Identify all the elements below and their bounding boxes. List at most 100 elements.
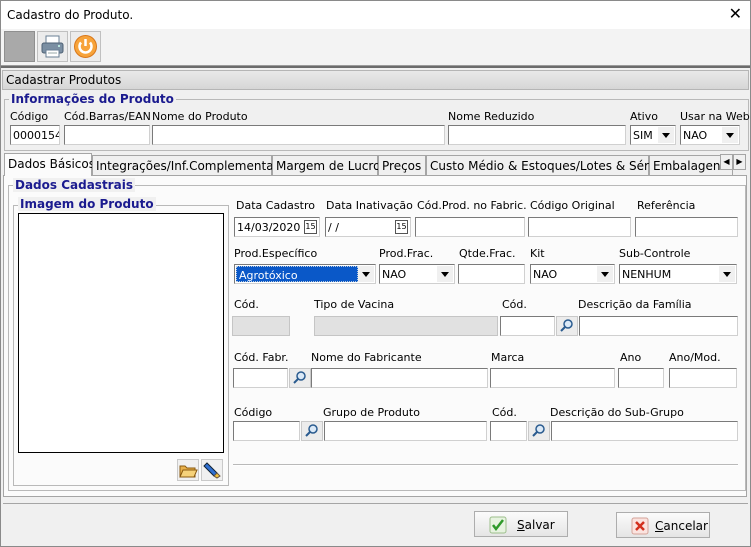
cancel-button[interactable]: Cancelar — [616, 512, 710, 538]
data-cadastro-label: Data Cadastro — [236, 199, 315, 212]
prod-especifico-value: Agrotóxico — [236, 266, 358, 282]
chevron-down-icon[interactable] — [358, 266, 374, 282]
calendar-icon[interactable]: 15 — [395, 220, 408, 234]
descricao-subgrupo-label: Descrição do Sub-Grupo — [550, 406, 684, 419]
data-inativacao-label: Data Inativação — [326, 199, 413, 212]
exit-button[interactable] — [70, 31, 101, 62]
ano-field[interactable] — [618, 368, 664, 388]
search-icon — [532, 424, 545, 437]
chevron-left-icon[interactable]: ◀ — [720, 154, 733, 170]
tab-integracoes[interactable]: Integrações/Inf.Complementar — [92, 155, 278, 175]
save-button-label: Salvar — [517, 518, 555, 532]
cod-familia-label: Cód. — [502, 298, 527, 311]
usar-web-label: Usar na Web — [680, 110, 750, 123]
codigo-original-field[interactable] — [528, 217, 631, 237]
cancel-button-label: Cancelar — [655, 519, 708, 533]
tab-precos[interactable]: Preços — [378, 155, 426, 175]
chevron-down-icon[interactable] — [658, 127, 674, 143]
search-familia-button[interactable] — [556, 316, 578, 336]
cod-fabr-field[interactable] — [233, 368, 288, 388]
prod-frac-select[interactable]: NAO — [379, 264, 455, 284]
prod-frac-label: Prod.Frac. — [379, 247, 434, 260]
codigo-original-label: Código Original — [530, 199, 615, 212]
search-subgrupo-button[interactable] — [528, 421, 550, 441]
tab-custo-medio[interactable]: Custo Médio & Estoques/Lotes & Série — [426, 155, 660, 175]
data-inativacao-field[interactable]: / / 15 — [325, 217, 411, 237]
codigo-grupo-field[interactable] — [233, 421, 300, 441]
calendar-icon[interactable]: 15 — [304, 220, 317, 234]
referencia-field[interactable] — [635, 217, 738, 237]
product-image[interactable] — [18, 213, 224, 453]
kit-select[interactable]: NAO — [530, 264, 615, 284]
chevron-down-icon[interactable] — [437, 266, 453, 282]
save-button[interactable]: Salvar — [474, 511, 568, 537]
divider — [233, 464, 738, 466]
usar-web-value: NAO — [683, 129, 708, 142]
chevron-down-icon[interactable] — [722, 127, 738, 143]
kit-label: Kit — [530, 247, 545, 260]
grupo-produto-field[interactable] — [324, 421, 487, 441]
data-inativacao-value: / / — [328, 221, 339, 234]
open-image-button[interactable] — [177, 459, 199, 481]
chevron-down-icon[interactable] — [597, 266, 613, 282]
window-title: Cadastro do Produto. — [7, 8, 134, 22]
descricao-familia-label: Descrição da Família — [578, 298, 692, 311]
data-cadastro-value: 14/03/2020 — [237, 221, 301, 234]
qtde-frac-label: Qtde.Frac. — [459, 247, 516, 260]
search-fabricante-button[interactable] — [289, 368, 311, 388]
search-icon — [305, 424, 318, 437]
folder-open-icon — [179, 465, 198, 478]
barras-field[interactable] — [64, 125, 150, 145]
close-icon[interactable]: ✕ — [729, 4, 742, 24]
search-grupo-button[interactable] — [301, 421, 323, 441]
usar-web-select[interactable]: NAO — [680, 125, 740, 145]
ativo-value: SIM — [633, 129, 653, 142]
codigo-field[interactable]: 0000154 — [10, 125, 60, 145]
sub-controle-select[interactable]: NENHUM — [619, 264, 737, 284]
prod-especifico-label: Prod.Específico — [234, 247, 318, 260]
chevron-right-icon[interactable]: ▶ — [733, 154, 746, 170]
data-cadastro-field[interactable]: 14/03/2020 15 — [234, 217, 320, 237]
cancel-icon — [631, 517, 649, 535]
printer-icon — [41, 35, 64, 58]
nome-reduzido-field[interactable] — [448, 125, 626, 145]
sub-controle-value: NENHUM — [622, 268, 672, 281]
cod-subgrupo-field[interactable] — [490, 421, 527, 441]
product-info-legend: Informações do Produto — [9, 92, 176, 106]
nome-fabricante-field[interactable] — [311, 368, 488, 388]
cod-fabric-field[interactable] — [415, 217, 525, 237]
sub-controle-label: Sub-Controle — [619, 247, 691, 260]
cod-subgrupo-label: Cód. — [492, 406, 517, 419]
grupo-produto-label: Grupo de Produto — [323, 406, 420, 419]
dados-cadastrais-legend: Dados Cadastrais — [13, 178, 135, 192]
ativo-label: Ativo — [630, 110, 658, 123]
blank-button[interactable] — [4, 31, 35, 62]
print-button[interactable] — [37, 31, 68, 62]
codigo-grupo-label: Código — [234, 406, 273, 419]
ativo-select[interactable]: SIM — [630, 125, 676, 145]
marca-field[interactable] — [490, 368, 615, 388]
cod-familia-field[interactable] — [500, 316, 555, 336]
qtde-frac-field[interactable] — [458, 264, 525, 284]
toolbar-separator — [1, 66, 750, 68]
search-icon — [560, 319, 573, 332]
marca-label: Marca — [491, 351, 525, 364]
ano-label: Ano — [620, 351, 642, 364]
nome-produto-field[interactable] — [152, 125, 445, 145]
descricao-familia-field[interactable] — [579, 316, 738, 336]
ano-mod-field[interactable] — [669, 368, 737, 388]
clear-image-button[interactable] — [201, 459, 223, 481]
section-header-title: Cadastrar Produtos — [6, 73, 122, 87]
tab-margem-lucro[interactable]: Margem de Lucro — [272, 155, 380, 175]
prod-especifico-select[interactable]: Agrotóxico — [234, 264, 376, 284]
imagem-legend: Imagem do Produto — [18, 197, 156, 211]
cod-vacina-field — [232, 316, 290, 336]
nome-produto-label: Nome do Produto — [152, 110, 248, 123]
prod-frac-value: NAO — [382, 268, 407, 281]
cod-fabr-label: Cód. Fabr. — [234, 351, 289, 364]
title-bar: Cadastro do Produto. ✕ — [1, 1, 750, 29]
chevron-down-icon[interactable] — [719, 266, 735, 282]
nome-fabricante-label: Nome do Fabricante — [311, 351, 422, 364]
tab-dados-basicos[interactable]: Dados Básicos — [4, 153, 95, 176]
descricao-subgrupo-field[interactable] — [551, 421, 738, 441]
